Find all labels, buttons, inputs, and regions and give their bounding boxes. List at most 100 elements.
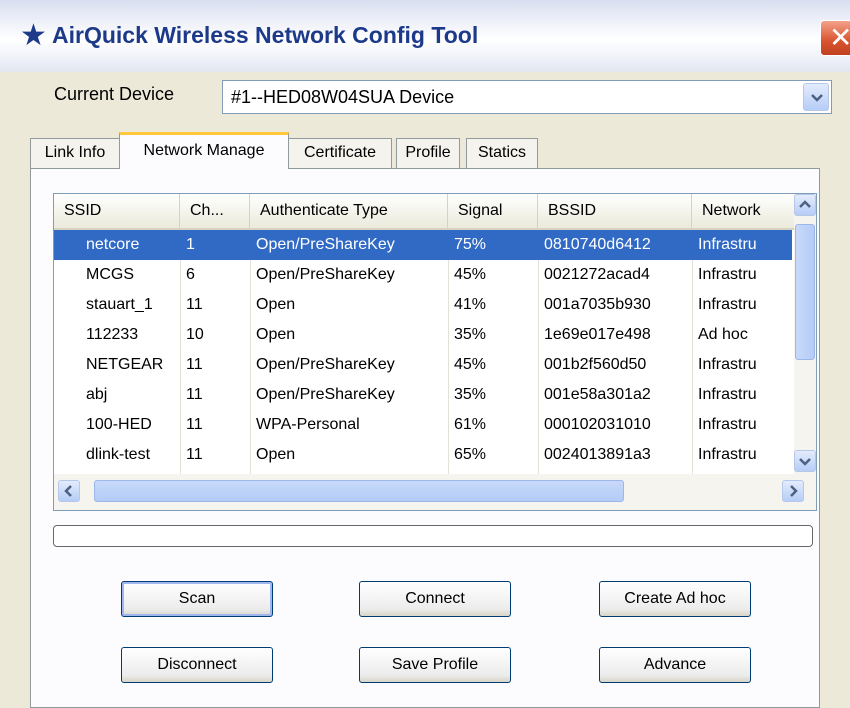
cell-network: Infrastru [698,296,757,313]
network-manage-panel: SSID Ch... Authenticate Type Signal BSSI… [30,168,820,708]
cell-signal: 65% [454,446,487,463]
dropdown-button[interactable] [803,83,829,111]
scroll-left-button[interactable] [58,480,80,502]
column-header-bssid[interactable]: BSSID [538,194,692,228]
chevron-down-icon [799,458,811,466]
cell-network: Infrastru [698,386,757,403]
cell-auth-type: Open [256,296,296,313]
cell-auth-type: WPA-Personal [256,416,360,433]
cell-bssid: 001a7035b930 [544,296,651,313]
cell-auth-type: Open/PreShareKey [256,236,395,253]
chevron-right-icon [790,485,798,497]
close-button[interactable]: ✕ [820,20,850,56]
column-header-auth-type[interactable]: Authenticate Type [250,194,448,228]
cell-network: Infrastru [698,236,757,253]
chevron-left-icon [64,485,72,497]
column-header-ssid[interactable]: SSID [54,194,180,228]
cell-signal: 45% [454,356,487,373]
vertical-scrollbar[interactable] [794,194,816,474]
cell-auth-type: Open [256,446,296,463]
cell-network: Infrastru [698,446,757,463]
cell-ssid: MCGS [86,266,134,283]
scroll-right-button[interactable] [782,480,804,502]
cell-ssid: NETGEAR [86,356,164,373]
horizontal-scrollbar[interactable] [54,474,816,510]
tab-network-manage[interactable]: Network Manage [119,132,289,169]
close-icon: ✕ [829,22,850,53]
app-window: ★ AirQuick Wireless Network Config Tool … [0,0,850,708]
vertical-scroll-thumb[interactable] [795,224,815,360]
cell-channel: 10 [186,326,204,343]
cell-bssid: 0024013891a3 [544,446,651,463]
cell-network: Infrastru [698,416,757,433]
table-row[interactable]: netcore 1 Open/PreShareKey 75% 0810740d6412 I… [54,230,792,260]
disconnect-button[interactable]: Disconnect [121,647,273,683]
star-icon: ★ [20,19,47,52]
current-device-label: Current Device [54,84,175,104]
table-row[interactable]: 112233 10 Open 35% 1e69e017e498 Ad hoc [54,320,792,350]
cell-channel: 11 [186,446,203,463]
cell-signal: 41% [454,296,487,313]
cell-channel: 11 [186,386,203,403]
cell-signal: 75% [454,236,487,253]
advance-button[interactable]: Advance [599,647,751,683]
cell-bssid: 0021272acad4 [544,266,650,283]
table-row[interactable]: MCGS 6 Open/PreShareKey 45% 0021272acad4 Infr… [54,260,792,290]
column-header-channel[interactable]: Ch... [180,194,250,228]
cell-bssid: 001b2f560d50 [544,356,647,373]
column-header-signal[interactable]: Signal [448,194,538,228]
scan-button[interactable]: Scan [121,581,273,617]
horizontal-scroll-thumb[interactable] [94,480,624,502]
list-header: SSID Ch... Authenticate Type Signal BSSI… [54,194,794,230]
cell-signal: 35% [454,326,487,343]
chevron-down-icon [811,94,823,102]
cell-ssid: 112233 [86,326,139,343]
window-body: Current Device #1--HED08W04SUA Device Li… [0,72,850,708]
cell-bssid: 1e69e017e498 [544,326,651,343]
cell-channel: 11 [186,356,203,373]
cell-signal: 61% [454,416,487,433]
scroll-down-button[interactable] [794,450,816,472]
current-device-value: #1--HED08W04SUA Device [231,87,455,107]
current-device-dropdown[interactable]: #1--HED08W04SUA Device [222,80,832,114]
tab-statics[interactable]: Statics [466,138,538,168]
table-row[interactable]: 100-HED 11 WPA-Personal 61% 000102031010 Infr… [54,410,792,440]
tab-link-info[interactable]: Link Info [30,138,120,168]
network-list[interactable]: SSID Ch... Authenticate Type Signal BSSI… [53,193,817,511]
cell-network: Infrastru [698,356,757,373]
cell-ssid: dlink-test [86,446,151,463]
cell-ssid: stauart_1 [86,296,153,313]
tab-profile[interactable]: Profile [396,138,460,168]
progress-bar [53,525,813,547]
title-bar[interactable]: ★ AirQuick Wireless Network Config Tool … [0,0,850,72]
cell-channel: 6 [186,266,195,283]
connect-button[interactable]: Connect [359,581,511,617]
save-profile-button[interactable]: Save Profile [359,647,511,683]
column-header-network[interactable]: Network [692,194,794,228]
cell-auth-type: Open [256,326,296,343]
cell-ssid: netcore [86,236,140,253]
cell-bssid: 0810740d6412 [544,236,651,253]
table-row[interactable]: abj 11 Open/PreShareKey 35% 001e58a301a2 Infr… [54,380,792,410]
cell-ssid: 100-HED [86,416,152,433]
window-title: AirQuick Wireless Network Config Tool [52,22,479,48]
cell-signal: 45% [454,266,487,283]
cell-bssid: 001e58a301a2 [544,386,651,403]
cell-auth-type: Open/PreShareKey [256,356,395,373]
cell-bssid: 000102031010 [544,416,651,433]
scroll-up-button[interactable] [794,194,816,216]
tab-certificate[interactable]: Certificate [288,138,392,168]
cell-auth-type: Open/PreShareKey [256,266,395,283]
cell-channel: 11 [186,296,203,313]
cell-channel: 1 [186,236,195,253]
create-adhoc-button[interactable]: Create Ad hoc [599,581,751,617]
table-row[interactable]: dlink-test 11 Open 65% 0024013891a3 Infrastru [54,440,792,470]
cell-signal: 35% [454,386,487,403]
cell-ssid: abj [86,386,108,403]
table-row[interactable]: NETGEAR 11 Open/PreShareKey 45% 001b2f560d50… [54,350,792,380]
cell-network: Ad hoc [698,326,748,343]
chevron-up-icon [799,200,811,208]
cell-channel: 11 [186,416,203,433]
table-row[interactable]: stauart_1 11 Open 41% 001a7035b930 Infrastru [54,290,792,320]
cell-auth-type: Open/PreShareKey [256,386,395,403]
